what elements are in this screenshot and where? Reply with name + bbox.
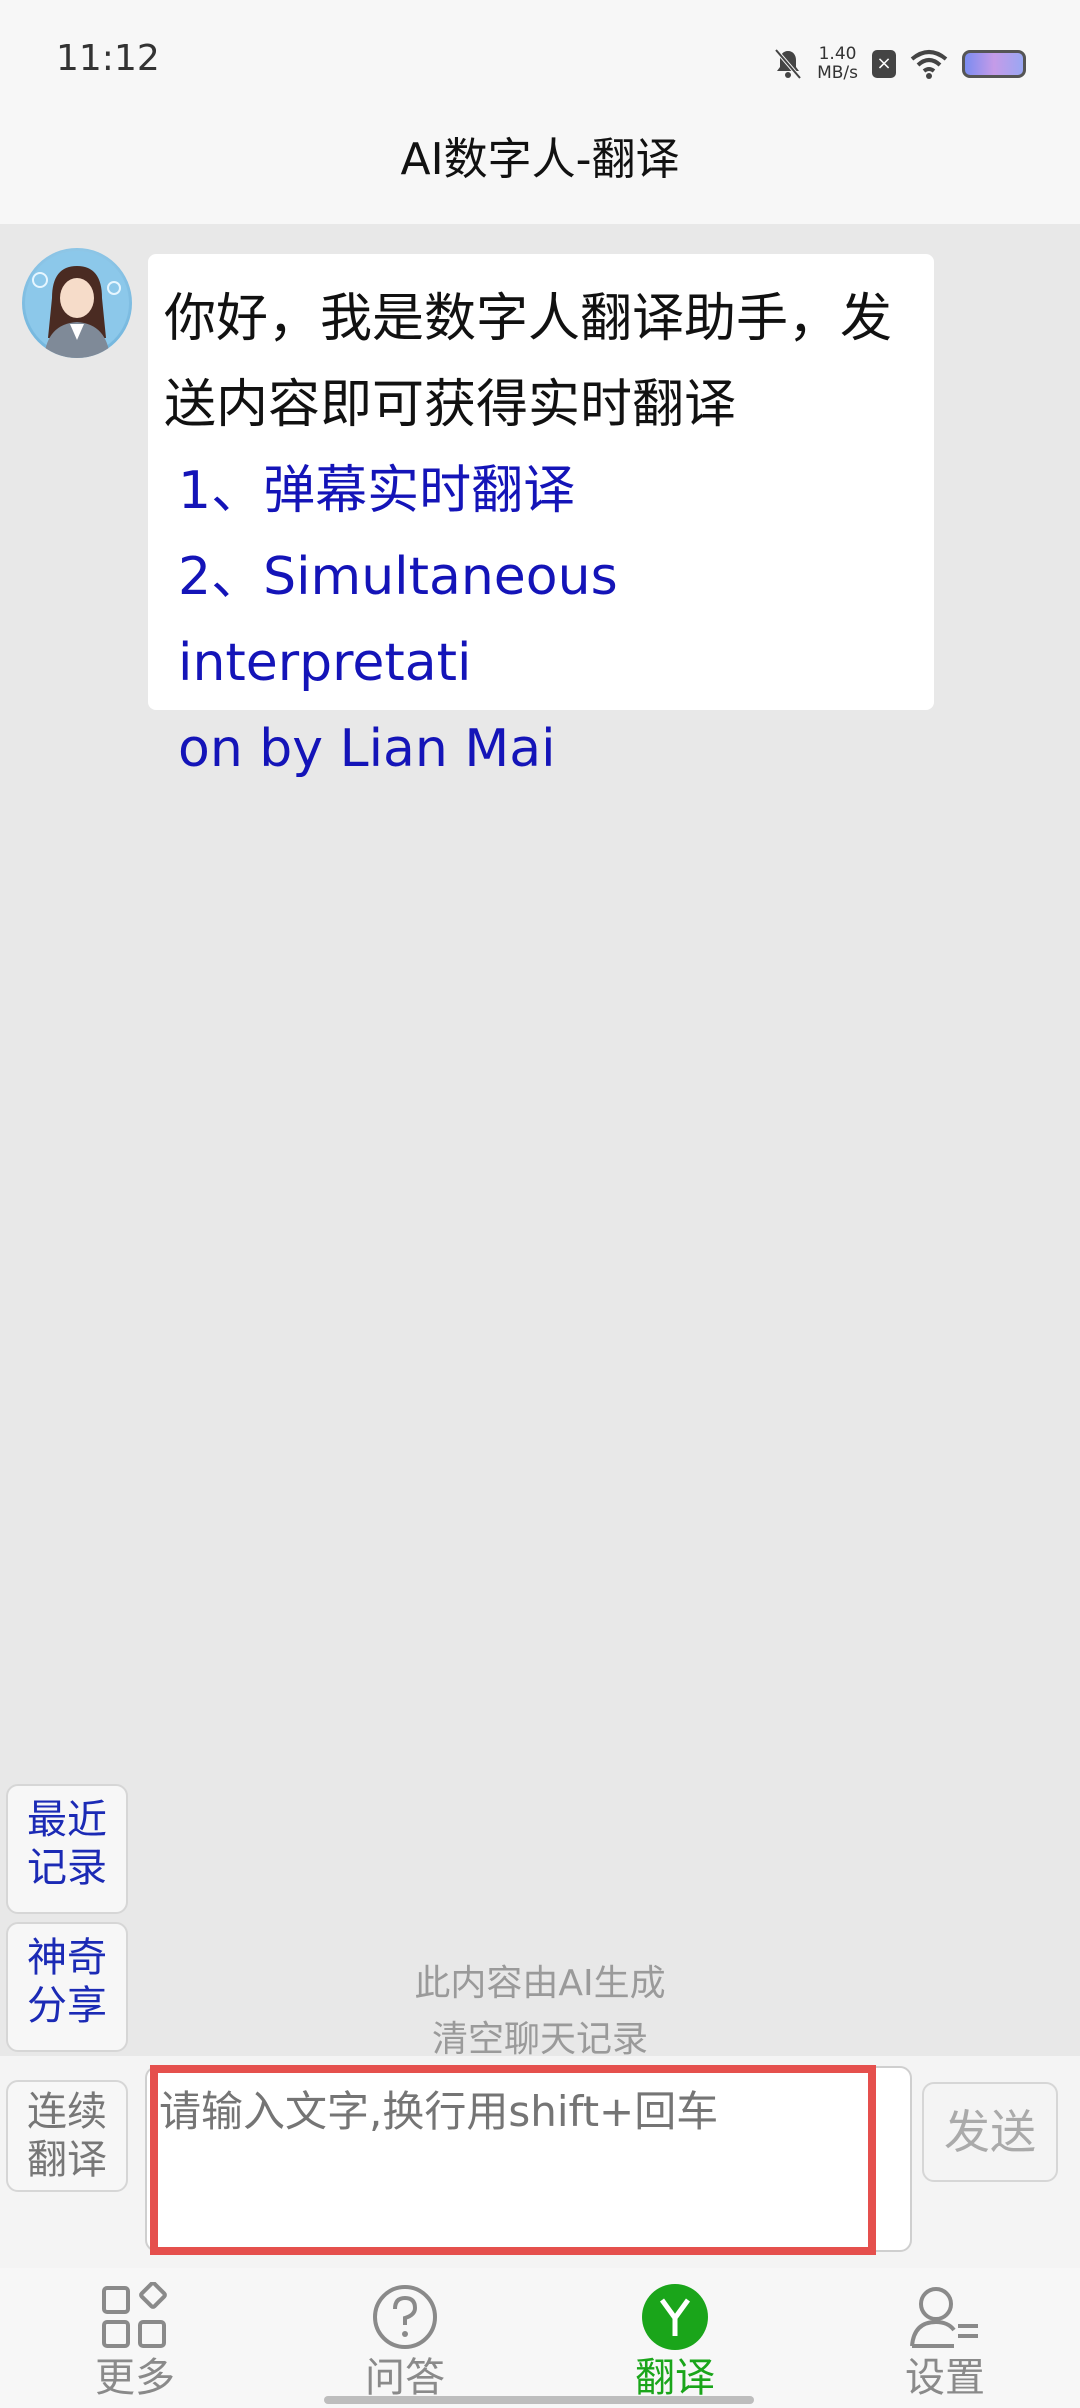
status-bar: 11:12 1.40 MB/s ×: [0, 0, 1080, 120]
tab-more[interactable]: 更多: [0, 2268, 270, 2408]
no-sim-icon: ×: [872, 50, 896, 78]
tab-qa[interactable]: 问答: [270, 2268, 540, 2408]
net-speed-unit: MB/s: [817, 63, 858, 83]
bottom-tab-bar: 更多 问答 翻译 设置: [0, 2268, 1080, 2408]
clear-history-link[interactable]: 清空聊天记录: [0, 2010, 1080, 2062]
option-simultaneous-interpretation[interactable]: 2、Simultaneous interpretati on by Lian M…: [164, 534, 918, 792]
net-speed: 1.40 MB/s: [817, 45, 858, 83]
status-time: 11:12: [56, 38, 160, 79]
recent-records-label-2: 记录: [27, 1845, 107, 1891]
ai-generated-note: 此内容由AI生成: [414, 1963, 666, 2004]
greeting-line-1: 你好，我是数字人翻译助手，发: [164, 289, 893, 349]
option-danmaku-translation[interactable]: 1、弹幕实时翻译: [164, 448, 918, 534]
continuous-label-1: 连续: [27, 2089, 107, 2135]
battery-icon: [962, 50, 1026, 78]
recent-records-label-1: 最近: [27, 1797, 107, 1843]
home-indicator[interactable]: [324, 2396, 754, 2404]
question-icon: [373, 2285, 437, 2349]
greeting-line-2: 送内容即可获得实时翻译: [164, 375, 737, 435]
tab-more-label: 更多: [95, 2355, 175, 2401]
page-title: AI数字人-翻译: [400, 134, 680, 185]
continuous-label-2: 翻译: [27, 2137, 107, 2183]
option-2-line-1: 2、Simultaneous interpretati: [178, 547, 618, 693]
user-settings-icon: [910, 2287, 978, 2348]
status-icons: 1.40 MB/s ×: [773, 40, 1026, 88]
tab-settings-label: 设置: [905, 2355, 985, 2401]
recent-records-button[interactable]: 最近 记录: [6, 1784, 128, 1914]
wifi-icon: [910, 50, 948, 79]
mute-bell-icon: [774, 48, 802, 80]
title-bar: AI数字人-翻译: [0, 120, 1080, 224]
avatar-portrait-icon: [25, 251, 129, 358]
send-button[interactable]: 发送: [922, 2082, 1058, 2182]
tab-translate[interactable]: 翻译: [540, 2268, 810, 2408]
net-speed-value: 1.40: [818, 44, 857, 64]
grid-icon: [102, 2282, 167, 2348]
composer-area: 连续 翻译 发送: [0, 2056, 1080, 2268]
tab-settings[interactable]: 设置: [810, 2268, 1080, 2408]
message-input[interactable]: [145, 2066, 912, 2252]
continuous-translation-button[interactable]: 连续 翻译: [6, 2080, 128, 2192]
greeting-message-bubble: 你好，我是数字人翻译助手，发 送内容即可获得实时翻译 1、弹幕实时翻译 2、Si…: [148, 254, 934, 779]
assistant-avatar[interactable]: [22, 248, 132, 358]
option-2-line-2: on by Lian Mai: [178, 719, 556, 779]
translate-y-icon: [642, 2284, 708, 2350]
